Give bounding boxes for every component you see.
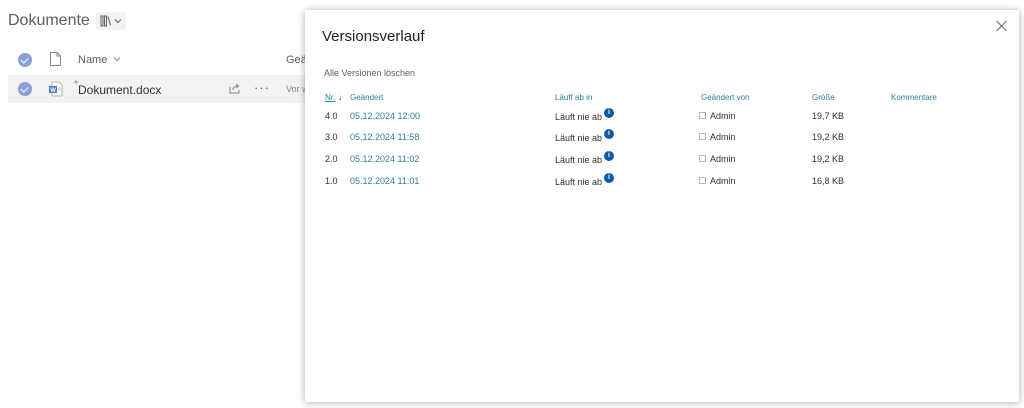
version-number: 2.0 (325, 154, 338, 164)
version-number: 1.0 (325, 176, 338, 186)
version-expires: Läuft nie ab (555, 133, 603, 143)
size-column-header: Größe (812, 93, 835, 102)
user-presence-checkbox (699, 112, 706, 119)
comments-column-header: Kommentare (891, 93, 937, 102)
version-date-link[interactable]: 05.12.2024 11:01 (350, 176, 419, 186)
file-name-link[interactable]: Dokument.docx (78, 83, 161, 97)
row-check-circle-icon[interactable] (18, 82, 32, 96)
close-icon[interactable] (995, 19, 1009, 33)
file-row[interactable]: W Dokument.docx ··· Vor w (8, 75, 320, 103)
modified-by-column-header: Geändert von (701, 93, 750, 102)
delete-all-versions-link[interactable]: Alle Versionen löschen (324, 68, 415, 78)
version-modified-by: Admin (710, 154, 736, 164)
name-column-header[interactable]: Name (78, 54, 121, 66)
library-title: Dokumente (8, 12, 90, 29)
version-expires: Läuft nie ab (555, 112, 603, 122)
expires-column-header: Läuft ab in (555, 93, 593, 102)
version-date-link[interactable]: 05.12.2024 11:58 (350, 132, 419, 142)
share-icon[interactable] (229, 83, 241, 94)
version-size: 19,7 KB (812, 111, 845, 121)
version-date-link[interactable]: 05.12.2024 11:02 (350, 154, 419, 164)
version-date-link[interactable]: 05.12.2024 12:00 (350, 111, 420, 121)
user-presence-checkbox (699, 155, 706, 162)
select-all-check-circle-icon[interactable] (18, 53, 32, 67)
sort-arrow-icon: ↓ (338, 93, 342, 102)
version-number: 3.0 (325, 132, 338, 142)
user-presence-checkbox (699, 133, 706, 140)
version-expires: Läuft nie ab (555, 155, 603, 165)
version-history-dialog: Versionsverlauf Alle Versionen löschen N… (305, 10, 1019, 402)
version-row: 2.0 05.12.2024 11:02 Läuft nie ab i Admi… (305, 151, 1019, 173)
version-expires: Läuft nie ab (555, 177, 603, 187)
chevron-down-icon (114, 19, 122, 24)
nr-column-header[interactable]: Nr. (325, 93, 335, 102)
word-file-icon: W (49, 81, 63, 97)
version-modified-by: Admin (710, 176, 736, 186)
document-icon (50, 52, 61, 66)
versions-table-header: Nr. ↓ Geändert Läuft ab in Geändert von … (305, 93, 1019, 107)
library-header: Dokumente (8, 12, 126, 30)
version-size: 19,2 KB (812, 132, 845, 142)
name-column-label: Name (78, 54, 108, 66)
info-icon[interactable]: i (604, 108, 614, 118)
info-icon[interactable]: i (604, 129, 614, 139)
version-size: 16,8 KB (812, 176, 845, 186)
info-icon[interactable]: i (604, 173, 614, 183)
view-switcher[interactable] (95, 12, 126, 30)
user-presence-checkbox (699, 177, 706, 184)
chevron-down-icon (114, 57, 121, 62)
library-view-icon (100, 15, 111, 27)
version-modified-by: Admin (710, 111, 736, 121)
more-icon[interactable]: ··· (254, 80, 270, 95)
version-size: 19,2 KB (812, 154, 845, 164)
modified-column-header: Geändert (350, 93, 384, 102)
version-row: 1.0 05.12.2024 11:01 Läuft nie ab i Admi… (305, 173, 1019, 195)
library-column-header: Name Geän (0, 48, 320, 72)
version-number: 4.0 (325, 111, 338, 121)
version-modified-by: Admin (710, 132, 736, 142)
version-row: 4.0 05.12.2024 12:00 Läuft nie ab i Admi… (305, 108, 1019, 130)
version-row: 3.0 05.12.2024 11:58 Läuft nie ab i Admi… (305, 129, 1019, 151)
info-icon[interactable]: i (604, 151, 614, 161)
dialog-title: Versionsverlauf (322, 28, 425, 45)
svg-text:W: W (50, 88, 56, 94)
